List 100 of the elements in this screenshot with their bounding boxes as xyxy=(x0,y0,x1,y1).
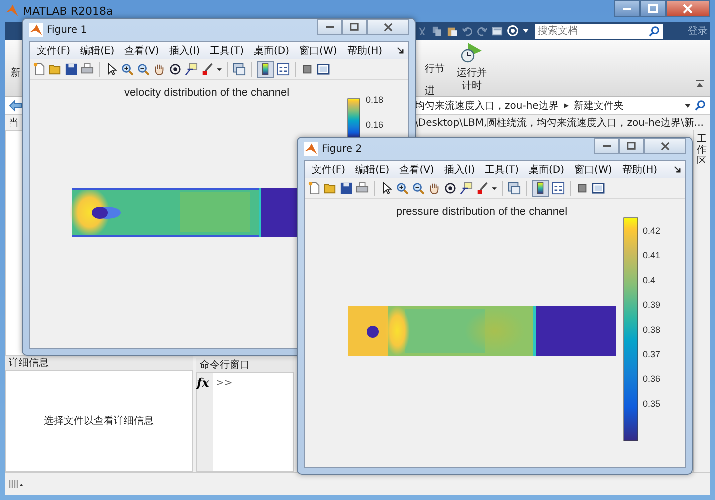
colorbar-button[interactable] xyxy=(257,60,274,78)
back-arrow-icon[interactable] xyxy=(9,100,23,112)
command-prompt: >> xyxy=(216,378,233,389)
caret-icon[interactable] xyxy=(523,28,529,34)
maximize-button[interactable] xyxy=(619,138,644,154)
minimize-button[interactable] xyxy=(594,138,619,154)
printer-icon[interactable] xyxy=(81,62,94,76)
maximize-button[interactable] xyxy=(342,19,367,35)
window-frame-icon[interactable] xyxy=(592,182,605,194)
new-document-icon[interactable] xyxy=(308,182,321,194)
run-and-time-button[interactable]: 运行并 计时 xyxy=(457,42,487,93)
zoom-out-icon[interactable] xyxy=(412,182,425,194)
caret-icon[interactable] xyxy=(217,66,222,72)
scissors-icon[interactable] xyxy=(417,26,428,36)
menu-item[interactable]: 编辑(E) xyxy=(350,162,395,176)
menu-item[interactable]: 编辑(E) xyxy=(76,44,120,58)
menu-item[interactable]: 查看(V) xyxy=(120,44,164,58)
function-browser-button[interactable]: fx xyxy=(197,376,210,390)
search-field[interactable]: 搜索文档 xyxy=(535,24,663,38)
panel-title: 命令行窗口 xyxy=(200,358,250,372)
new-document-icon[interactable] xyxy=(33,62,46,76)
linked-windows-icon[interactable] xyxy=(508,182,521,194)
undo-icon[interactable] xyxy=(462,26,473,36)
dock-arrow-icon[interactable] xyxy=(674,166,681,173)
caret-icon[interactable] xyxy=(492,186,497,190)
dock-arrow-icon[interactable] xyxy=(397,47,404,54)
printer-icon[interactable] xyxy=(356,182,369,194)
maximize-icon xyxy=(627,142,636,150)
maximize-button[interactable] xyxy=(640,0,666,17)
window-layout-icon[interactable] xyxy=(492,26,503,36)
colorbar-tick-label: 0.41 xyxy=(643,250,661,261)
zoom-out-icon[interactable] xyxy=(137,62,150,76)
menu-item[interactable]: 桌面(D) xyxy=(249,44,295,58)
brush-icon[interactable] xyxy=(201,62,214,76)
ribbon-label: 新 xyxy=(11,66,21,80)
zoom-in-icon[interactable] xyxy=(396,182,409,194)
window-title: Figure 2 xyxy=(322,144,362,154)
colorbar-tick-label: 0.39 xyxy=(643,300,661,310)
zoom-in-icon[interactable] xyxy=(121,62,134,76)
clipboard-icon[interactable] xyxy=(447,26,458,36)
menu-item[interactable]: 桌面(D) xyxy=(524,162,570,176)
plot-title: pressure distribution of the channel xyxy=(396,206,568,218)
minimize-icon xyxy=(326,26,334,28)
colorbar xyxy=(348,98,360,140)
close-button[interactable] xyxy=(666,0,710,17)
caret-icon[interactable] xyxy=(685,102,691,108)
ribbon-label[interactable]: 行节 xyxy=(425,62,445,76)
hand-icon[interactable] xyxy=(428,182,441,194)
menu-item[interactable]: 插入(I) xyxy=(439,162,480,176)
menu-item[interactable]: 工具(T) xyxy=(480,162,524,176)
menu-item[interactable]: 窗口(W) xyxy=(570,162,618,176)
data-tip-icon[interactable] xyxy=(460,182,473,194)
menu-item[interactable]: 帮助(H) xyxy=(617,162,663,176)
plot-title: velocity distribution of the channel xyxy=(124,87,290,99)
menu-item[interactable]: 帮助(H) xyxy=(342,44,388,58)
copy-icon[interactable] xyxy=(432,26,443,36)
redo-icon[interactable] xyxy=(477,26,488,36)
colorbar-tick-label: 0.35 xyxy=(643,398,661,409)
hand-icon[interactable] xyxy=(153,62,166,76)
data-tip-icon[interactable] xyxy=(185,62,198,76)
colorbar-tick-label: 0.37 xyxy=(643,350,661,360)
folder-icon[interactable] xyxy=(324,182,337,194)
square-icon[interactable] xyxy=(301,62,314,76)
menu-item[interactable]: 窗口(W) xyxy=(294,44,342,58)
search-icon[interactable] xyxy=(695,100,706,111)
command-window[interactable]: fx >> xyxy=(196,372,294,472)
details-message: 选择文件以查看详细信息 xyxy=(44,414,154,428)
window-title: MATLAB R2018a xyxy=(23,4,114,18)
maximize-icon xyxy=(648,4,658,14)
side-tab[interactable]: 工作区 xyxy=(693,130,710,472)
brush-icon[interactable] xyxy=(476,182,489,194)
minimize-button[interactable] xyxy=(317,19,342,35)
menu-item[interactable]: 文件(F) xyxy=(307,162,351,176)
colorbar-tick-label: 0.18 xyxy=(366,95,384,105)
linked-windows-icon[interactable] xyxy=(233,62,246,76)
breadcrumb-arrow-icon xyxy=(564,102,569,108)
status-grip-icon[interactable] xyxy=(9,479,23,489)
search-icon xyxy=(649,26,660,36)
close-button[interactable] xyxy=(644,138,686,154)
close-button[interactable] xyxy=(367,19,409,35)
colorbar-button[interactable] xyxy=(532,180,549,196)
menu-item[interactable]: 工具(T) xyxy=(205,44,250,58)
collapse-ribbon-icon[interactable] xyxy=(696,80,704,88)
path-segment[interactable]: 新建文件夹 xyxy=(574,98,624,112)
colorbar-tick-label: 0.36 xyxy=(643,374,661,384)
legend-icon[interactable] xyxy=(552,182,565,194)
menu-item[interactable]: 文件(F) xyxy=(32,44,76,58)
square-icon[interactable] xyxy=(576,182,589,194)
ribbon-label[interactable]: 进 xyxy=(425,84,445,98)
legend-icon[interactable] xyxy=(277,62,290,76)
window-frame-icon[interactable] xyxy=(317,62,330,76)
minimize-button[interactable] xyxy=(614,0,640,17)
matlab-logo-icon xyxy=(5,4,19,18)
path-segment[interactable]: 均匀来流速度入口，zou-he边界 xyxy=(415,98,559,112)
menu-item[interactable]: 查看(V) xyxy=(394,162,440,176)
login-button[interactable]: 登录 xyxy=(688,24,708,38)
close-icon xyxy=(660,142,670,150)
folder-icon[interactable] xyxy=(49,62,62,76)
menu-item[interactable]: 插入(I) xyxy=(164,44,206,58)
colorbar-tick-label: 0.42 xyxy=(643,226,661,236)
